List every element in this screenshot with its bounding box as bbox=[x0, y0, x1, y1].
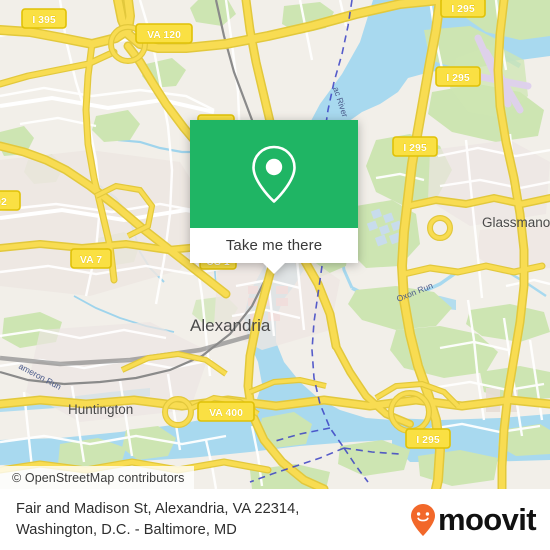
highway-shield-va202: 02 bbox=[0, 190, 21, 211]
bottom-info-bar: Fair and Madison St, Alexandria, VA 2231… bbox=[0, 489, 550, 550]
svg-text:I 295: I 295 bbox=[403, 142, 427, 154]
svg-text:VA 400: VA 400 bbox=[209, 407, 243, 419]
highway-shield-va7: VA 7 bbox=[70, 248, 112, 269]
address-line-2: Washington, D.C. - Baltimore, MD bbox=[16, 521, 237, 538]
location-pin-icon bbox=[252, 145, 296, 203]
svg-text:VA 7: VA 7 bbox=[80, 254, 102, 266]
popup-pointer-triangle bbox=[263, 263, 285, 274]
place-label-glassmanor: Glassmanor bbox=[482, 215, 550, 230]
osm-attribution[interactable]: © OpenStreetMap contributors bbox=[0, 466, 194, 489]
osm-attribution-text: © OpenStreetMap contributors bbox=[12, 470, 185, 485]
svg-text:02: 02 bbox=[0, 196, 7, 208]
moovit-pin-icon bbox=[410, 503, 435, 536]
svg-text:I 295: I 295 bbox=[451, 3, 475, 15]
svg-text:I 395: I 395 bbox=[32, 14, 56, 26]
popup-action-row[interactable]: Take me there bbox=[190, 228, 358, 263]
svg-text:I 295: I 295 bbox=[446, 72, 470, 84]
highway-shield-i295-mid: I 295 bbox=[392, 136, 438, 157]
highway-shield-i295-upper: I 295 bbox=[435, 66, 481, 87]
map-screenshot: Alexandria Huntington Glassmanor ac Rive… bbox=[0, 0, 550, 550]
take-me-there-button[interactable]: Take me there bbox=[226, 237, 322, 254]
popup-header bbox=[190, 120, 358, 228]
highway-shield-va120: VA 120 bbox=[135, 23, 193, 44]
svg-text:I 295: I 295 bbox=[416, 434, 440, 446]
location-popup-card[interactable]: Take me there bbox=[190, 120, 358, 274]
highway-shield-i395: I 395 bbox=[21, 8, 67, 29]
moovit-logo[interactable]: moovit bbox=[410, 502, 537, 537]
highway-shield-va400: VA 400 bbox=[197, 401, 255, 422]
place-label-alexandria: Alexandria bbox=[190, 316, 271, 335]
address-caption: Fair and Madison St, Alexandria, VA 2231… bbox=[16, 499, 299, 541]
place-label-huntington: Huntington bbox=[68, 402, 133, 417]
moovit-wordmark: moovit bbox=[437, 502, 537, 537]
highway-shield-i295-bottom: I 295 bbox=[405, 428, 451, 449]
address-line-1: Fair and Madison St, Alexandria, VA 2231… bbox=[16, 500, 300, 517]
highway-shield-i295-top: I 295 bbox=[440, 0, 486, 18]
svg-text:VA 120: VA 120 bbox=[147, 29, 181, 41]
